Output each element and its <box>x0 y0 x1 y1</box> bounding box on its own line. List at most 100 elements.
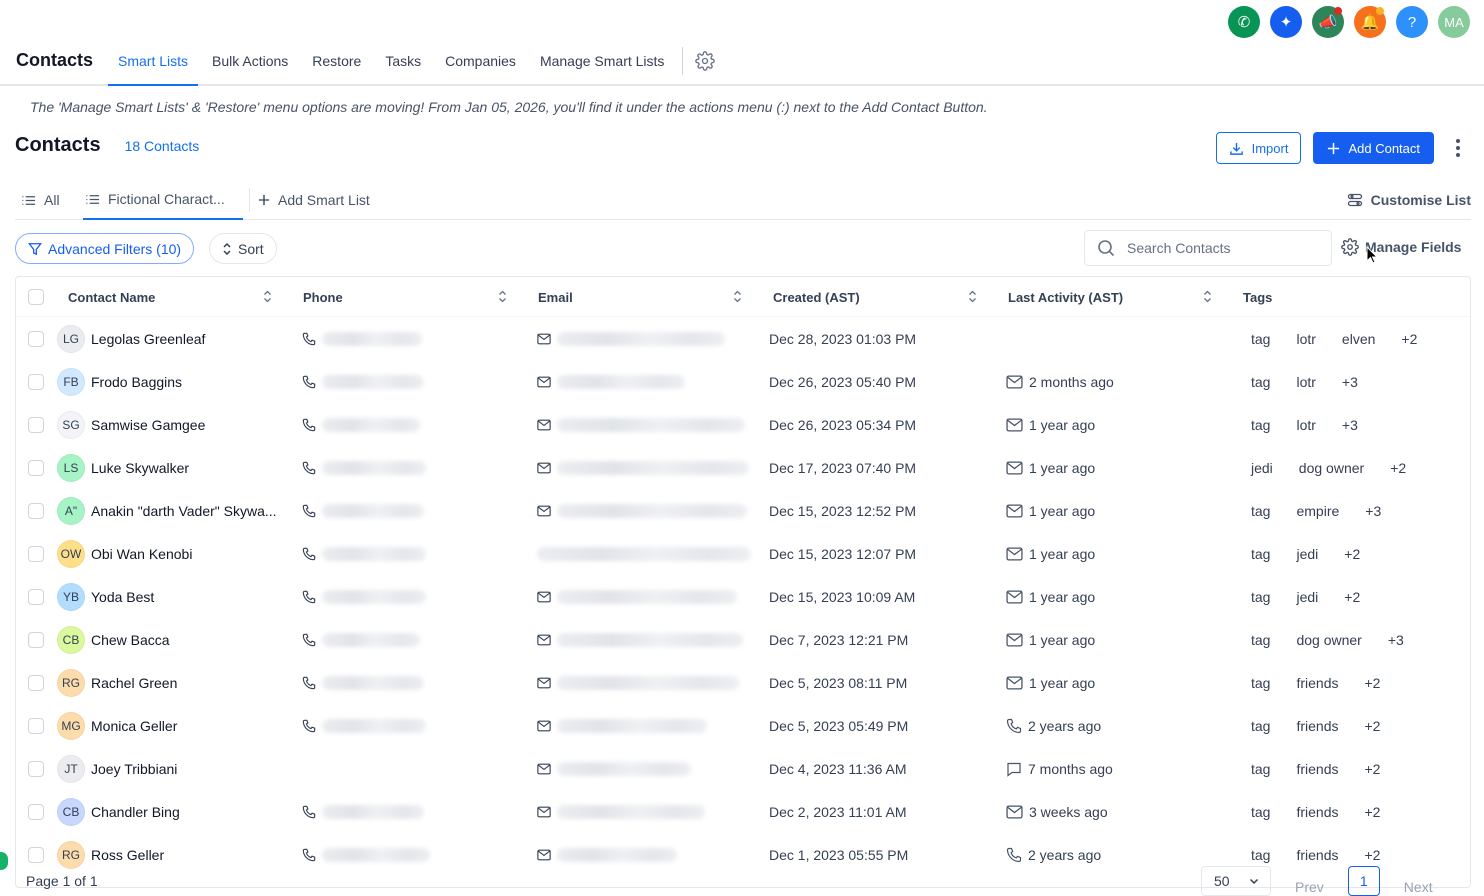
checkbox-box[interactable] <box>28 545 44 562</box>
contact-name[interactable]: Joey Tribbiani <box>91 761 177 777</box>
user-avatar[interactable]: MA <box>1438 6 1470 38</box>
table-row[interactable]: SG Samwise Gamgee Dec 26, 2023 05:34 PM 1 y… <box>16 403 1470 446</box>
sort-button[interactable]: Sort <box>209 233 277 264</box>
contact-name-cell[interactable]: YB Yoda Best <box>57 575 154 618</box>
more-tags-badge[interactable]: +2 <box>1357 718 1389 734</box>
contact-name[interactable]: Luke Skywalker <box>91 460 189 476</box>
email-cell[interactable] <box>537 661 739 704</box>
search-contacts[interactable] <box>1084 230 1332 266</box>
sort-arrows-icon[interactable] <box>733 290 742 306</box>
contact-name[interactable]: Samwise Gamgee <box>91 417 205 433</box>
contact-name[interactable]: Frodo Baggins <box>91 374 182 390</box>
phone-cell[interactable] <box>302 661 424 704</box>
phone-cell[interactable] <box>302 790 424 833</box>
contact-name[interactable]: Rachel Green <box>91 675 177 691</box>
phone-cell[interactable] <box>302 446 426 489</box>
more-tags-badge[interactable]: +2 <box>1357 847 1389 863</box>
checkbox-box[interactable] <box>28 803 44 820</box>
table-row[interactable]: CB Chandler Bing Dec 2, 2023 11:01 AM 3 wee… <box>16 790 1470 833</box>
row-checkbox[interactable] <box>28 446 44 489</box>
import-button[interactable]: Import <box>1215 132 1302 164</box>
contact-name-cell[interactable]: CB Chew Bacca <box>57 618 170 661</box>
more-tags-badge[interactable]: +2 <box>1357 675 1389 691</box>
select-all-checkbox[interactable] <box>28 277 44 317</box>
sort-arrows-icon[interactable] <box>263 290 272 306</box>
contact-name-cell[interactable]: JT Joey Tribbiani <box>57 747 177 790</box>
prev-button[interactable]: Prev <box>1285 879 1334 895</box>
email-cell[interactable] <box>537 747 691 790</box>
sort-arrows-icon[interactable] <box>1203 290 1212 306</box>
tab-smart-lists[interactable]: Smart Lists <box>108 42 199 86</box>
megaphone-icon[interactable]: 📣 <box>1312 6 1344 38</box>
add-contact-button[interactable]: Add Contact <box>1313 132 1434 164</box>
row-checkbox[interactable] <box>28 575 44 618</box>
more-tags-badge[interactable]: +3 <box>1334 374 1366 390</box>
checkbox-box[interactable] <box>28 631 44 648</box>
checkbox-box[interactable] <box>28 674 44 691</box>
table-row[interactable]: A" Anakin "darth Vader" Skywa... Dec 15, 2… <box>16 489 1470 532</box>
next-button[interactable]: Next <box>1394 879 1443 895</box>
help-icon[interactable]: ? <box>1396 6 1428 38</box>
table-row[interactable]: MG Monica Geller Dec 5, 2023 05:49 PM 2 yea… <box>16 704 1470 747</box>
checkbox-box[interactable] <box>28 330 44 347</box>
checkbox-box[interactable] <box>28 373 44 390</box>
page-1-button[interactable]: 1 <box>1347 866 1380 896</box>
contact-name-cell[interactable]: CB Chandler Bing <box>57 790 180 833</box>
table-row[interactable]: FB Frodo Baggins Dec 26, 2023 05:40 PM 2 mo… <box>16 360 1470 403</box>
column-header-tags[interactable]: Tags <box>1243 277 1272 317</box>
contact-name[interactable]: Monica Geller <box>91 718 177 734</box>
sort-arrows-icon[interactable] <box>498 290 507 306</box>
manage-fields-button[interactable]: Manage Fields <box>1341 238 1461 256</box>
table-row[interactable]: JT Joey Tribbiani Dec 4, 2023 11:36 AM 7 mo… <box>16 747 1470 790</box>
bell-icon[interactable]: 🔔 <box>1354 6 1386 38</box>
contact-name-cell[interactable]: A" Anakin "darth Vader" Skywa... <box>57 489 277 532</box>
tab-tasks[interactable]: Tasks <box>375 42 431 86</box>
phone-cell[interactable] <box>302 618 420 661</box>
checkbox-box[interactable] <box>28 416 44 433</box>
per-page-select[interactable]: 50 <box>1201 866 1271 896</box>
phone-cell[interactable] <box>302 704 426 747</box>
contact-name[interactable]: Obi Wan Kenobi <box>91 546 192 562</box>
tab-restore[interactable]: Restore <box>302 42 371 86</box>
row-checkbox[interactable] <box>28 489 44 532</box>
more-tags-badge[interactable]: +2 <box>1382 460 1414 476</box>
contact-name[interactable]: Anakin "darth Vader" Skywa... <box>91 503 277 519</box>
tab-fictional-characters[interactable]: Fictional Charact... <box>83 180 243 220</box>
phone-cell[interactable] <box>302 403 420 446</box>
email-cell[interactable] <box>537 446 749 489</box>
contact-name[interactable]: Legolas Greenleaf <box>91 331 205 347</box>
checkbox-box[interactable] <box>28 588 44 605</box>
email-cell[interactable] <box>537 618 743 661</box>
contact-name-cell[interactable]: FB Frodo Baggins <box>57 360 182 403</box>
table-row[interactable]: YB Yoda Best Dec 15, 2023 10:09 AM 1 year a… <box>16 575 1470 618</box>
sparkle-icon[interactable]: ✦ <box>1270 6 1302 38</box>
email-cell[interactable] <box>537 360 685 403</box>
contact-name-cell[interactable]: RG Rachel Green <box>57 661 177 704</box>
row-checkbox[interactable] <box>28 747 44 790</box>
column-header-email[interactable]: Email <box>538 277 573 317</box>
phone-cell[interactable] <box>302 317 422 360</box>
more-tags-badge[interactable]: +3 <box>1380 632 1412 648</box>
phone-cell[interactable] <box>302 489 424 532</box>
email-cell[interactable] <box>537 790 705 833</box>
email-cell[interactable] <box>537 489 747 532</box>
customise-list-button[interactable]: Customise List <box>1347 180 1471 220</box>
checkbox-box[interactable] <box>28 459 44 476</box>
email-cell[interactable] <box>537 317 725 360</box>
more-tags-badge[interactable]: +2 <box>1336 589 1368 605</box>
contact-name[interactable]: Chandler Bing <box>91 804 180 820</box>
contact-name[interactable]: Ross Geller <box>91 847 164 863</box>
tab-manage-smart-lists[interactable]: Manage Smart Lists <box>530 42 675 86</box>
table-row[interactable]: LS Luke Skywalker Dec 17, 2023 07:40 PM 1 y… <box>16 446 1470 489</box>
more-tags-badge[interactable]: +3 <box>1334 417 1366 433</box>
more-actions-icon[interactable] <box>1448 139 1468 157</box>
more-tags-badge[interactable]: +2 <box>1336 546 1368 562</box>
phone-cell[interactable] <box>302 360 424 403</box>
email-cell[interactable] <box>537 575 737 618</box>
add-smart-list-button[interactable]: Add Smart List <box>258 180 370 220</box>
checkbox-box[interactable] <box>28 760 44 777</box>
more-tags-badge[interactable]: +3 <box>1357 503 1389 519</box>
checkbox-box[interactable] <box>28 502 44 519</box>
contact-name-cell[interactable]: LG Legolas Greenleaf <box>57 317 205 360</box>
row-checkbox[interactable] <box>28 360 44 403</box>
